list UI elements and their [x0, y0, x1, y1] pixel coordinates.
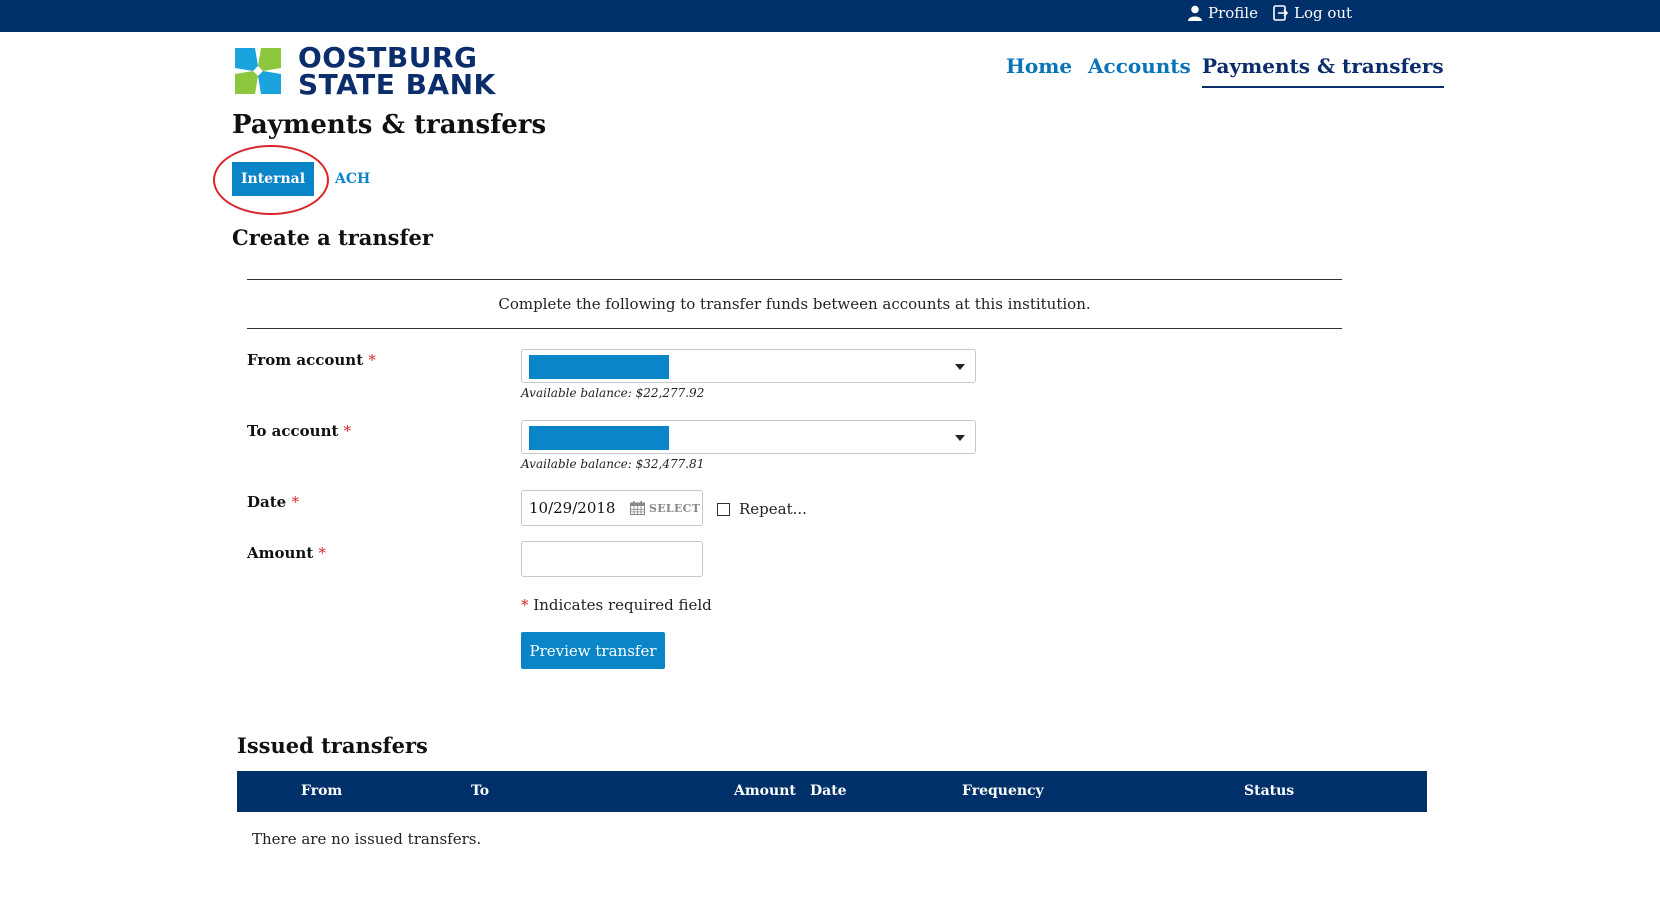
from-account-select[interactable]	[521, 349, 976, 383]
divider-bottom	[247, 328, 1342, 329]
logout-link[interactable]: Log out	[1273, 4, 1352, 22]
bank-logo-mark-icon	[235, 48, 281, 94]
user-icon	[1188, 5, 1202, 21]
column-header-frequency: Frequency	[962, 783, 1044, 799]
repeat-label: Repeat...	[739, 500, 807, 518]
form-intro: Complete the following to transfer funds…	[498, 295, 1091, 313]
amount-label: Amount *	[247, 544, 326, 562]
from-account-label-text: From account	[247, 351, 364, 369]
column-header-from: From	[301, 783, 343, 799]
required-asterisk: *	[318, 544, 327, 562]
to-account-select[interactable]	[521, 420, 976, 454]
issued-transfers-table-header: From To Amount Date Frequency Status	[237, 771, 1427, 812]
logout-label: Log out	[1294, 4, 1353, 22]
from-account-balance: Available balance: $22,277.92	[521, 386, 705, 400]
chevron-down-icon	[955, 435, 965, 441]
checkbox-icon	[717, 502, 730, 516]
date-label: Date *	[247, 493, 299, 511]
column-header-status: Status	[1244, 783, 1295, 799]
nav-payments-transfers[interactable]: Payments & transfers	[1202, 54, 1444, 88]
preview-transfer-button[interactable]: Preview transfer	[521, 632, 665, 669]
column-header-date: Date	[810, 783, 847, 799]
to-account-balance: Available balance: $32,477.81	[521, 457, 705, 471]
required-asterisk: *	[368, 351, 376, 369]
calendar-icon	[630, 501, 645, 515]
bank-name-line1: OOSTBURG	[298, 41, 478, 74]
date-picker: SELECT	[521, 490, 703, 526]
date-input[interactable]	[522, 491, 629, 525]
required-asterisk: *	[343, 422, 352, 440]
logout-icon	[1273, 5, 1288, 21]
date-label-text: Date	[247, 493, 287, 511]
from-account-label: From account *	[247, 351, 376, 369]
profile-label: Profile	[1208, 4, 1258, 22]
utility-bar: Profile Log out	[0, 0, 1660, 32]
required-asterisk: *	[521, 596, 529, 614]
issued-transfers-empty-message: There are no issued transfers.	[252, 830, 482, 848]
tab-internal[interactable]: Internal	[232, 162, 314, 196]
bank-logo[interactable]: OOSTBURG STATE BANK	[232, 41, 496, 101]
to-account-label-text: To account	[247, 422, 339, 440]
bank-name-line2: STATE BANK	[298, 68, 496, 101]
page-title: Payments & transfers	[232, 110, 547, 140]
required-field-note-text: Indicates required field	[533, 596, 712, 614]
tab-ach[interactable]: ACH	[335, 171, 370, 187]
redacted-account-name	[529, 355, 669, 379]
amount-input[interactable]	[521, 541, 703, 577]
to-account-label: To account *	[247, 422, 351, 440]
nav-home[interactable]: Home	[1006, 54, 1072, 78]
amount-label-text: Amount	[247, 544, 314, 562]
redacted-account-name	[529, 426, 669, 450]
chevron-down-icon	[955, 364, 965, 370]
date-select-button[interactable]: SELECT	[630, 501, 700, 515]
bank-name: OOSTBURG STATE BANK	[298, 41, 496, 101]
column-header-to: To	[471, 783, 490, 799]
nav-accounts[interactable]: Accounts	[1088, 54, 1191, 78]
required-asterisk: *	[291, 493, 299, 511]
issued-transfers-title: Issued transfers	[237, 733, 428, 758]
profile-link[interactable]: Profile	[1188, 4, 1258, 22]
column-header-amount: Amount	[734, 783, 796, 799]
repeat-checkbox[interactable]: Repeat...	[717, 500, 807, 518]
date-select-label: SELECT	[649, 501, 701, 515]
divider-top	[247, 279, 1342, 280]
create-transfer-title: Create a transfer	[232, 225, 433, 250]
required-field-note: * Indicates required field	[521, 596, 712, 614]
